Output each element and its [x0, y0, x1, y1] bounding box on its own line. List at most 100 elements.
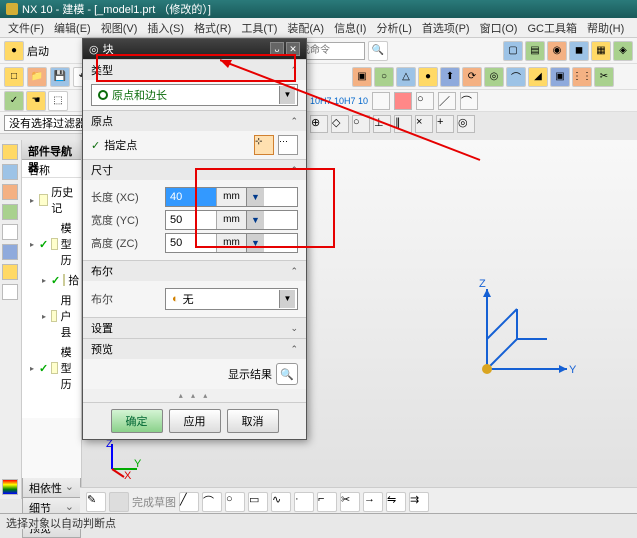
- spline-tool-icon[interactable]: ∿: [271, 492, 291, 512]
- new-icon[interactable]: □: [4, 67, 24, 87]
- menu-info[interactable]: 信息(I): [330, 18, 370, 38]
- section-preview[interactable]: 预览⌃: [83, 339, 306, 359]
- nav-icon[interactable]: [2, 144, 18, 160]
- open-icon[interactable]: 📁: [27, 67, 47, 87]
- cube-icon[interactable]: ▢: [503, 41, 523, 61]
- finish-sketch-button[interactable]: [109, 492, 129, 512]
- sel-icon[interactable]: ⬚: [48, 91, 68, 111]
- snap3-icon[interactable]: ○: [352, 115, 370, 133]
- section-type[interactable]: 类型⌃: [83, 60, 306, 80]
- line-icon[interactable]: ／: [438, 92, 456, 110]
- show-result-button[interactable]: 🔍: [276, 363, 298, 385]
- iso-icon[interactable]: ◈: [613, 41, 633, 61]
- tree-item[interactable]: 模型历: [26, 218, 77, 270]
- save-icon[interactable]: 💾: [50, 67, 70, 87]
- snap4-icon[interactable]: ⊥: [373, 115, 391, 133]
- check-icon[interactable]: ✓: [4, 91, 24, 111]
- type-combo[interactable]: 原点和边长 ▼: [91, 84, 298, 106]
- menu-edit[interactable]: 编辑(E): [50, 18, 95, 38]
- section-size[interactable]: 尺寸⌃: [83, 160, 306, 180]
- xc-dropdown-icon[interactable]: ▼: [246, 188, 264, 206]
- extrude-icon[interactable]: ⬆: [440, 67, 460, 87]
- minimize-icon[interactable]: ᴗ: [270, 42, 284, 56]
- extend-tool-icon[interactable]: →: [363, 492, 383, 512]
- point-dialog-button[interactable]: ⊹: [254, 135, 274, 155]
- section-settings[interactable]: 设置⌄: [83, 318, 306, 338]
- snap8-icon[interactable]: ◎: [457, 115, 475, 133]
- fillet-tool-icon[interactable]: ⌐: [317, 492, 337, 512]
- sketch-icon[interactable]: ✎: [86, 492, 106, 512]
- red-icon[interactable]: [394, 92, 412, 110]
- trim-icon[interactable]: ✂: [594, 67, 614, 87]
- menu-format[interactable]: 格式(R): [190, 18, 235, 38]
- mirror-tool-icon[interactable]: ⇋: [386, 492, 406, 512]
- cancel-button[interactable]: 取消: [227, 409, 279, 433]
- layer-icon[interactable]: ▤: [525, 41, 545, 61]
- bool-combo[interactable]: ◐无 ▼: [165, 288, 298, 310]
- resize-handle[interactable]: ▴ ▴ ▴: [83, 389, 306, 402]
- search-icon[interactable]: 🔍: [368, 41, 388, 61]
- menu-analysis[interactable]: 分析(L): [372, 18, 415, 38]
- xc-unit[interactable]: mm: [216, 188, 246, 206]
- menu-window[interactable]: 窗口(O): [476, 18, 522, 38]
- pattern-icon[interactable]: ⋮⋮: [572, 67, 592, 87]
- tree-item[interactable]: 历史记: [26, 182, 77, 218]
- zc-input[interactable]: [166, 234, 216, 252]
- chevron-down-icon[interactable]: ▼: [279, 86, 295, 104]
- reuse-icon[interactable]: [2, 204, 18, 220]
- solid-icon[interactable]: ◼: [569, 41, 589, 61]
- shell-icon[interactable]: ▣: [550, 67, 570, 87]
- menu-assembly[interactable]: 装配(A): [283, 18, 328, 38]
- yc-dropdown-icon[interactable]: ▼: [246, 211, 264, 229]
- point-tool-icon[interactable]: ·: [294, 492, 314, 512]
- section-origin[interactable]: 原点⌃: [83, 111, 306, 131]
- revolve-icon[interactable]: ⟳: [462, 67, 482, 87]
- close-icon[interactable]: ✕: [286, 42, 300, 56]
- dim-icon[interactable]: [372, 92, 390, 110]
- menu-gctool[interactable]: GC工具箱: [523, 18, 581, 38]
- const-icon[interactable]: [2, 184, 18, 200]
- hist-icon[interactable]: [2, 264, 18, 280]
- snap2-icon[interactable]: ◇: [331, 115, 349, 133]
- render-icon[interactable]: ◉: [547, 41, 567, 61]
- hd3d-icon[interactable]: [2, 224, 18, 240]
- pick-icon[interactable]: ☚: [26, 91, 46, 111]
- apply-button[interactable]: 应用: [169, 409, 221, 433]
- circle-tool-icon[interactable]: ○: [225, 492, 245, 512]
- block-icon[interactable]: ▣: [352, 67, 372, 87]
- hole-icon[interactable]: ◎: [484, 67, 504, 87]
- dialog-titlebar[interactable]: ◎ 块 ᴗ ✕: [83, 39, 306, 59]
- menu-view[interactable]: 视图(V): [97, 18, 142, 38]
- line-tool-icon[interactable]: ╱: [179, 492, 199, 512]
- yc-input[interactable]: [166, 211, 216, 229]
- trim-tool-icon[interactable]: ✂: [340, 492, 360, 512]
- web-icon[interactable]: [2, 244, 18, 260]
- ok-button[interactable]: 确定: [111, 409, 163, 433]
- fillet-icon[interactable]: ⌒: [506, 67, 526, 87]
- color-icon[interactable]: [2, 479, 18, 495]
- chevron-down-icon[interactable]: ▼: [279, 290, 295, 308]
- menu-tools[interactable]: 工具(T): [237, 18, 281, 38]
- rect-tool-icon[interactable]: ▭: [248, 492, 268, 512]
- menu-help[interactable]: 帮助(H): [583, 18, 628, 38]
- menu-file[interactable]: 文件(F): [4, 18, 48, 38]
- cyl-icon[interactable]: ○: [374, 67, 394, 87]
- section-bool[interactable]: 布尔⌃: [83, 261, 306, 281]
- zc-dropdown-icon[interactable]: ▼: [246, 234, 264, 252]
- tree-item[interactable]: 模型历: [26, 342, 77, 394]
- arc-tool-icon[interactable]: ⌒: [202, 492, 222, 512]
- cone-icon[interactable]: △: [396, 67, 416, 87]
- snap7-icon[interactable]: +: [436, 115, 454, 133]
- snap5-icon[interactable]: ∥: [394, 115, 412, 133]
- snap1-icon[interactable]: ⊕: [310, 115, 328, 133]
- dep-row[interactable]: 相依性⌄: [22, 478, 81, 498]
- arc-icon[interactable]: ⌒: [460, 92, 478, 110]
- xc-input[interactable]: [166, 188, 216, 206]
- point-constructor-button[interactable]: ⋯: [278, 135, 298, 155]
- start-icon[interactable]: ●: [4, 41, 24, 61]
- role-icon[interactable]: [2, 284, 18, 300]
- tree-item[interactable]: 拾: [26, 270, 77, 290]
- tree-item[interactable]: 用户县: [26, 290, 77, 342]
- zc-unit[interactable]: mm: [216, 234, 246, 252]
- circle-icon[interactable]: ○: [416, 92, 434, 110]
